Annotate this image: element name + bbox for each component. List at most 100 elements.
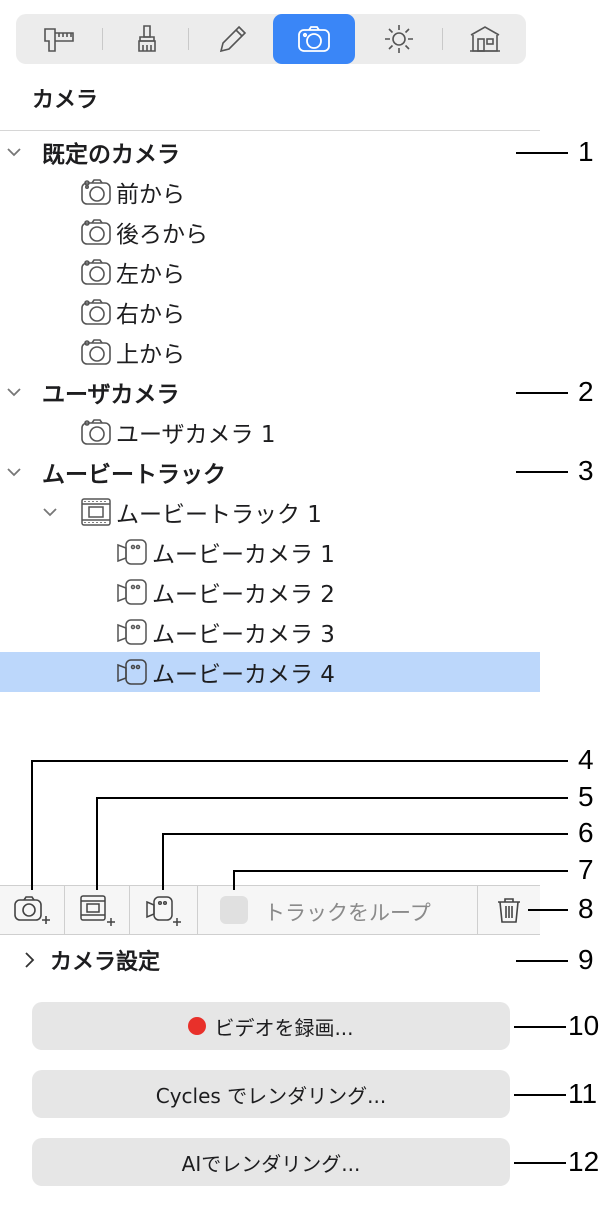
tree-item-label: ムービーカメラ 3 (152, 622, 335, 648)
tree-item-label: 左から (116, 262, 185, 288)
movie-camera-icon (117, 579, 147, 605)
tree-group-default-cameras[interactable]: 既定のカメラ (0, 132, 540, 172)
tab-materials[interactable] (106, 14, 188, 64)
callout-number: 12 (568, 1146, 600, 1177)
callout-line (516, 152, 568, 154)
callout-number: 3 (578, 455, 594, 486)
group-label: 既定のカメラ (42, 142, 180, 168)
tab-environment[interactable] (444, 14, 526, 64)
tree-item[interactable]: 左から (0, 252, 540, 292)
add-movie-camera-button[interactable] (130, 886, 196, 934)
callout-number: 8 (578, 893, 594, 924)
tree-item-label: 後ろから (116, 222, 208, 248)
tree-item-label: ムービーカメラ 4 (152, 662, 335, 688)
separator (197, 886, 198, 934)
callout-number: 4 (578, 744, 594, 775)
separator (188, 28, 189, 50)
panel-title: カメラ (32, 88, 99, 113)
record-video-label: ビデオを録画... (214, 1015, 354, 1040)
camera-settings-disclosure[interactable]: カメラ設定 (24, 942, 160, 978)
callout-line (516, 960, 568, 962)
callout-number: 6 (578, 817, 594, 848)
camera-icon (81, 299, 111, 325)
loop-track-checkbox[interactable] (220, 896, 248, 924)
trash-icon (498, 898, 520, 923)
caliper-ruler-icon (44, 28, 74, 52)
sun-icon (385, 25, 413, 53)
tree-item-label: 前から (116, 182, 185, 208)
pencil-icon (219, 25, 247, 53)
callout-number: 9 (578, 944, 594, 975)
tree-item-movie-camera[interactable]: ムービーカメラ 1 (0, 532, 540, 572)
loop-track-label: トラックをループ (264, 901, 431, 925)
chevron-down-icon[interactable] (6, 384, 22, 400)
tab-measure[interactable] (18, 14, 100, 64)
add-track-button[interactable] (65, 886, 129, 934)
camera-icon (81, 419, 111, 445)
render-ai-button[interactable]: AIでレンダリング... (32, 1138, 510, 1186)
divider (0, 130, 540, 131)
callout-line (162, 833, 568, 835)
callout-number: 7 (578, 854, 594, 885)
callout-line (162, 833, 164, 890)
callout-line (514, 1162, 566, 1164)
movie-camera-icon (117, 539, 147, 565)
tree-item[interactable]: 右から (0, 292, 540, 332)
callout-line (514, 1094, 566, 1096)
tree-item-movie-camera-selected[interactable]: ムービーカメラ 4 (0, 652, 540, 692)
callout-line (233, 870, 568, 872)
add-camera-button[interactable] (0, 886, 64, 934)
callout-line (31, 760, 33, 890)
movie-camera-icon (117, 659, 147, 685)
tree-item-label: ムービーカメラ 1 (152, 542, 335, 568)
tab-edit[interactable] (192, 14, 274, 64)
camera-icon (298, 26, 330, 52)
tree-item-movie-camera[interactable]: ムービーカメラ 2 (0, 572, 540, 612)
tree-item-label: ユーザカメラ 1 (116, 422, 276, 448)
chevron-down-icon[interactable] (6, 144, 22, 160)
movie-camera-icon (117, 619, 147, 645)
camera-icon (81, 259, 111, 285)
callout-number: 1 (578, 136, 594, 167)
callout-number: 2 (578, 376, 594, 407)
house-icon (470, 26, 500, 52)
tree-item-label: ムービートラック 1 (116, 502, 322, 528)
render-cycles-label: Cycles でレンダリング... (155, 1083, 387, 1108)
callout-number: 11 (568, 1078, 598, 1109)
callout-number: 10 (568, 1010, 600, 1041)
tab-camera[interactable] (273, 14, 355, 64)
inspector-toolbar (16, 14, 526, 64)
group-label: ムービートラック (42, 462, 226, 488)
callout-number: 5 (578, 781, 594, 812)
callout-line (516, 471, 568, 473)
camera-settings-label: カメラ設定 (50, 950, 161, 975)
chevron-right-icon (25, 952, 35, 968)
tree-group-user-cameras[interactable]: ユーザカメラ (0, 372, 540, 412)
tree-item-track[interactable]: ムービートラック 1 (0, 492, 540, 532)
render-ai-label: AIでレンダリング... (181, 1151, 361, 1176)
tab-lighting[interactable] (358, 14, 440, 64)
record-video-button[interactable]: ビデオを録画... (32, 1002, 510, 1050)
tree-item[interactable]: 後ろから (0, 212, 540, 252)
add-camera-icon (14, 896, 50, 924)
tree-item-label: 右から (116, 302, 185, 328)
camera-icon (81, 219, 111, 245)
tree-item[interactable]: 上から (0, 332, 540, 372)
tree-group-movie-tracks[interactable]: ムービートラック (0, 452, 540, 492)
callout-line (528, 909, 568, 911)
tree-item-label: ムービーカメラ 2 (152, 582, 335, 608)
tree-item-movie-camera[interactable]: ムービーカメラ 3 (0, 612, 540, 652)
brush-icon (138, 25, 156, 52)
callout-line (31, 760, 568, 762)
tree-item[interactable]: 前から (0, 172, 540, 212)
film-strip-icon (81, 498, 111, 526)
chevron-down-icon[interactable] (42, 504, 58, 520)
callout-line (96, 797, 568, 799)
render-cycles-button[interactable]: Cycles でレンダリング... (32, 1070, 510, 1118)
tree-item-label: 上から (116, 342, 185, 368)
group-label: ユーザカメラ (42, 382, 180, 408)
record-dot-icon (188, 1017, 207, 1035)
camera-icon (81, 339, 111, 365)
tree-item[interactable]: ユーザカメラ 1 (0, 412, 540, 452)
chevron-down-icon[interactable] (6, 464, 22, 480)
